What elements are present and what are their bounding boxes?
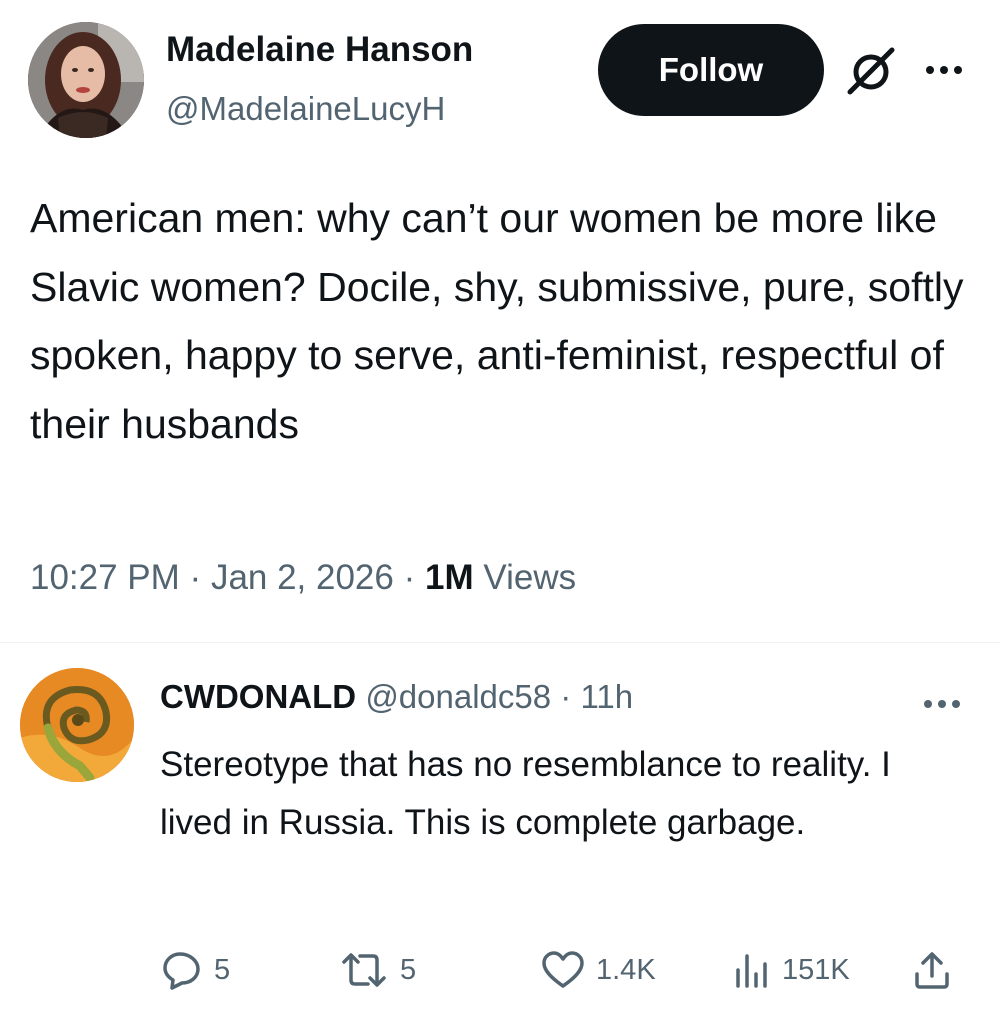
divider: [0, 642, 1000, 643]
reply-count: 5: [214, 953, 231, 986]
views-count: 1M: [425, 558, 474, 597]
repost-icon: [342, 953, 386, 987]
follow-button[interactable]: Follow: [598, 24, 824, 116]
author-handle[interactable]: @MadelaineLucyH: [166, 90, 445, 128]
reply-avatar[interactable]: [20, 668, 134, 782]
reply-header: CWDONALD @donaldc58 · 11h: [160, 678, 633, 716]
views-label: Views: [483, 558, 577, 597]
separator: ·: [189, 558, 202, 597]
reply-age[interactable]: 11h: [580, 678, 633, 715]
reply-author-name[interactable]: CWDONALD: [160, 678, 356, 715]
analytics-icon: [736, 954, 767, 988]
tweet-meta: 10:27 PM · Jan 2, 2026 · 1M Views: [30, 558, 576, 598]
like-count: 1.4K: [596, 953, 656, 986]
views-count-reply: 151K: [782, 953, 850, 986]
more-horizontal-icon[interactable]: [920, 50, 968, 90]
tweet-date[interactable]: Jan 2, 2026: [211, 558, 394, 597]
grok-icon[interactable]: [844, 44, 898, 98]
separator: ·: [560, 678, 572, 715]
author-avatar[interactable]: [28, 22, 144, 138]
author-name[interactable]: Madelaine Hanson: [166, 30, 473, 70]
author-avatar-image: [28, 22, 144, 138]
repost-count: 5: [400, 953, 417, 986]
share-action[interactable]: [910, 946, 954, 994]
tweet-time[interactable]: 10:27 PM: [30, 558, 180, 597]
repost-action[interactable]: 5: [338, 946, 416, 994]
views-action[interactable]: 151K: [732, 946, 850, 994]
more-horizontal-icon[interactable]: [918, 686, 966, 722]
tweet-text: American men: why can’t our women be mor…: [30, 195, 964, 447]
like-action[interactable]: 1.4K: [540, 946, 656, 994]
reply-icon: [163, 952, 200, 990]
reply-author-handle[interactable]: @donaldc58: [365, 678, 551, 715]
share-icon: [915, 952, 949, 989]
heart-icon: [542, 951, 584, 988]
separator: ·: [403, 558, 416, 597]
reply-text: Stereotype that has no resemblance to re…: [160, 745, 891, 842]
reply-avatar-image: [20, 668, 134, 782]
reply-action[interactable]: 5: [160, 946, 230, 994]
